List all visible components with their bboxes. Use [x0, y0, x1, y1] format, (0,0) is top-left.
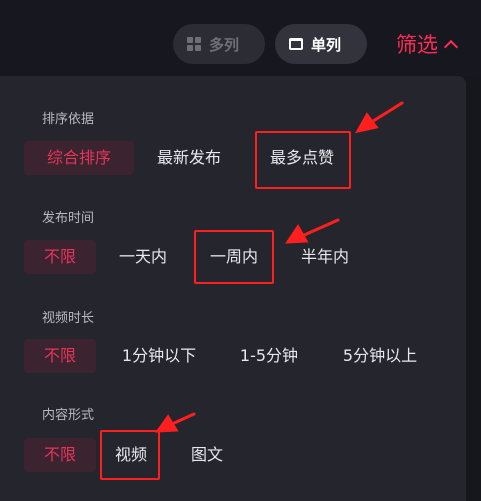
arrow-icon [285, 218, 340, 244]
annotation-arrows [154, 101, 404, 433]
arrow-icon [154, 412, 196, 433]
arrow-icon [355, 101, 404, 134]
